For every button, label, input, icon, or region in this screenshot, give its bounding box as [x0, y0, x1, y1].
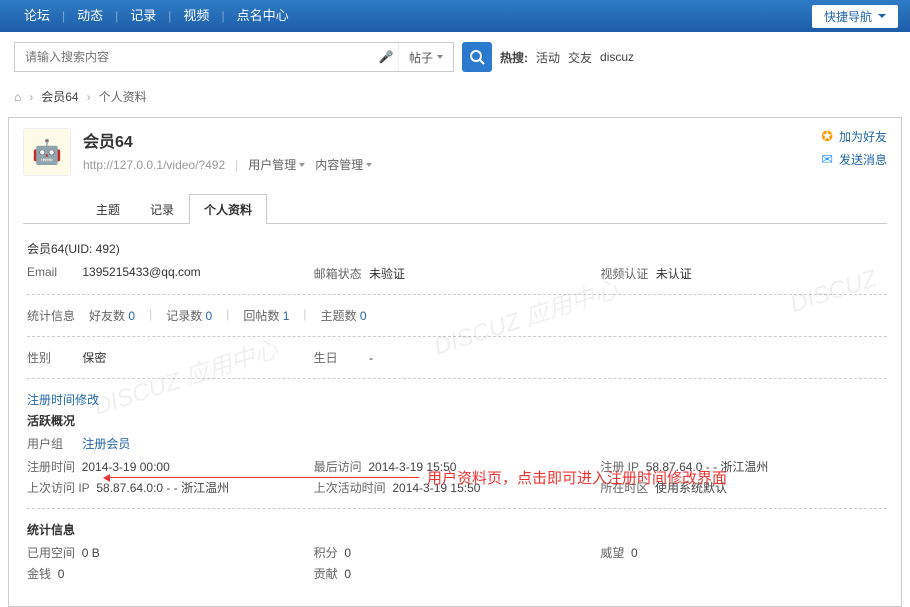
email-value: 1395215433@qq.com — [82, 265, 200, 279]
profile-header: 🤖 会员64 http://127.0.0.1/video/?492 | 用户管… — [23, 128, 887, 176]
breadcrumb-page: 个人资料 — [99, 88, 147, 105]
nav-forum[interactable]: 论坛 — [12, 0, 62, 32]
chevron-right-icon: › — [29, 90, 33, 104]
info-row: Email 1395215433@qq.com 邮箱状态 未验证 视频认证 未认… — [27, 265, 887, 282]
mic-icon[interactable]: 🎤 — [374, 43, 398, 71]
hot-link[interactable]: 活动 — [536, 49, 560, 66]
credits-value: 0 — [344, 546, 351, 560]
tab-profile[interactable]: 个人资料 — [189, 194, 267, 224]
info-row: 性别 保密 生日 - — [27, 349, 887, 366]
friends-count: 0 — [128, 309, 135, 323]
add-friend-button[interactable]: ✪加为好友 — [821, 128, 887, 145]
profile-name: 会员64 — [83, 128, 372, 152]
stats-title: 统计信息 — [27, 521, 887, 538]
hot-search: 热搜: 活动 交友 discuz — [500, 49, 634, 66]
hot-label: 热搜: — [500, 49, 528, 66]
topics-count: 0 — [360, 309, 367, 323]
space-value: 0 B — [82, 546, 100, 560]
hot-link[interactable]: discuz — [600, 50, 634, 64]
chevron-down-icon — [878, 14, 886, 18]
prestige-value: 0 — [631, 546, 638, 560]
usergroup-row: 用户组 注册会员 — [27, 435, 887, 452]
info-row: 已用空间 0 B 积分 0 威望 0 — [27, 544, 887, 561]
nav-video[interactable]: 视频 — [171, 0, 221, 32]
top-nav: 论坛| 动态| 记录| 视频| 点名中心 快捷导航 — [0, 0, 910, 32]
chevron-right-icon: › — [87, 90, 91, 104]
nav-activity[interactable]: 动态 — [65, 0, 115, 32]
records-count: 0 — [206, 309, 213, 323]
annotation-arrow — [109, 477, 419, 478]
mailstatus-value: 未验证 — [369, 267, 405, 281]
videocert-value: 未认证 — [656, 267, 692, 281]
uid-line: 会员64(UID: 492) — [27, 240, 887, 257]
email-label: Email — [27, 265, 79, 279]
contrib-value: 0 — [344, 567, 351, 581]
profile-content: 会员64(UID: 492) Email 1395215433@qq.com 邮… — [23, 224, 887, 582]
gender-label: 性别 — [27, 349, 79, 366]
profile-actions: ✪加为好友 ✉发送消息 — [821, 128, 887, 174]
annotation-text: 用户资料页，点击即可进入注册时间修改界面 — [427, 467, 727, 488]
star-icon: ✪ — [821, 128, 833, 145]
regtime-value: 2014-3-19 00:00 — [82, 460, 170, 474]
stats-label: 统计信息 — [27, 307, 75, 324]
breadcrumb-user[interactable]: 会员64 — [41, 88, 78, 105]
profile-card: 🤖 会员64 http://127.0.0.1/video/?492 | 用户管… — [8, 117, 902, 607]
profile-url-row: http://127.0.0.1/video/?492 | 用户管理 内容管理 — [83, 156, 372, 173]
avatar[interactable]: 🤖 — [23, 128, 71, 176]
hot-link[interactable]: 交友 — [568, 49, 592, 66]
lastip-value: 58.87.64.0:0 - - 浙江温州 — [96, 481, 229, 495]
activity-title: 活跃概况 — [27, 412, 887, 429]
birthday-label: 生日 — [314, 349, 366, 366]
videocert-label: 视频认证 — [600, 265, 652, 282]
search-icon — [469, 49, 485, 65]
search-bar: 🎤 帖子 热搜: 活动 交友 discuz — [0, 32, 910, 82]
nav-rollcall[interactable]: 点名中心 — [225, 0, 301, 32]
info-row: 金钱 0 贡献 0 — [27, 565, 887, 582]
home-icon[interactable]: ⌂ — [14, 90, 21, 104]
search-box: 🎤 帖子 — [14, 42, 454, 72]
usergroup-label: 用户组 — [27, 435, 79, 452]
replies-count: 1 — [283, 309, 290, 323]
profile-tabs: 主题 记录 个人资料 — [23, 194, 887, 224]
search-button[interactable] — [462, 42, 492, 72]
send-message-button[interactable]: ✉发送消息 — [821, 151, 887, 168]
chevron-down-icon — [366, 163, 372, 167]
content-manage-dropdown[interactable]: 内容管理 — [315, 156, 372, 173]
nav-records[interactable]: 记录 — [118, 0, 168, 32]
search-input[interactable] — [15, 43, 374, 71]
mail-icon: ✉ — [821, 151, 833, 168]
chevron-down-icon — [437, 55, 443, 59]
user-manage-dropdown[interactable]: 用户管理 — [248, 156, 305, 173]
profile-url: http://127.0.0.1/video/?492 — [83, 158, 225, 172]
quicknav-button[interactable]: 快捷导航 — [812, 5, 898, 28]
gender-value: 保密 — [82, 351, 106, 365]
search-scope-select[interactable]: 帖子 — [398, 43, 453, 71]
money-value: 0 — [58, 567, 65, 581]
stats-line: 统计信息 好友数 0 | 记录数 0 | 回帖数 1 | 主题数 0 — [27, 307, 887, 324]
usergroup-link[interactable]: 注册会员 — [82, 437, 130, 451]
mailstatus-label: 邮箱状态 — [314, 265, 366, 282]
quicknav-label: 快捷导航 — [824, 8, 872, 25]
chevron-down-icon — [299, 163, 305, 167]
breadcrumb: ⌂ › 会员64 › 个人资料 — [0, 82, 910, 111]
birthday-value: - — [369, 351, 373, 365]
tab-topics[interactable]: 主题 — [81, 194, 135, 224]
edit-regtime-link[interactable]: 注册时间修改 — [27, 391, 99, 408]
tab-records[interactable]: 记录 — [135, 194, 189, 224]
